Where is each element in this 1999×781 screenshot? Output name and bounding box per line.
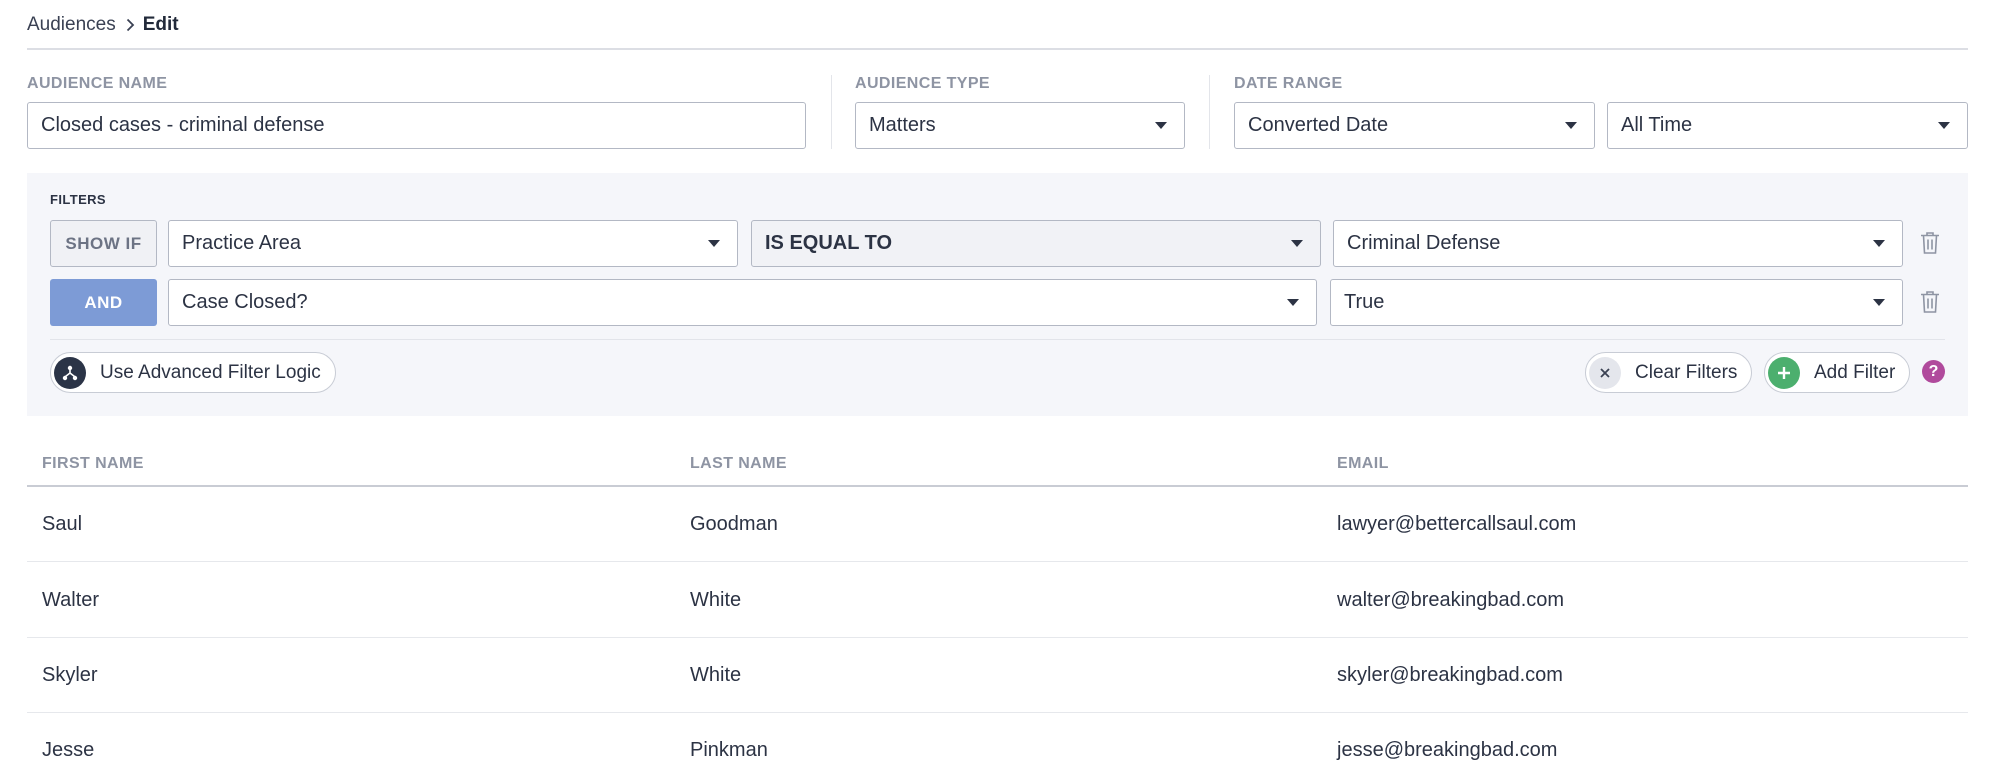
breadcrumb-current: Edit bbox=[142, 14, 179, 35]
date-field-value: Converted Date bbox=[1248, 114, 1389, 136]
column-header-last-name[interactable]: LAST NAME bbox=[690, 455, 787, 473]
caret-down-icon bbox=[1873, 240, 1885, 247]
table-row[interactable]: Walter White walter@breakingbad.com bbox=[27, 563, 1968, 638]
column-header-first-name[interactable]: FIRST NAME bbox=[42, 455, 144, 473]
filter-field-value-2: Case Closed? bbox=[182, 291, 308, 313]
field-divider bbox=[831, 75, 832, 149]
filters-title: FILTERS bbox=[50, 192, 106, 207]
plus-icon bbox=[1768, 356, 1800, 389]
column-header-email[interactable]: EMAIL bbox=[1337, 455, 1389, 473]
filter-field-select-2[interactable]: Case Closed? bbox=[168, 279, 1317, 326]
filter-field-value-1: Practice Area bbox=[182, 232, 301, 254]
email-cell: jesse@breakingbad.com bbox=[1337, 739, 1558, 761]
filter-operator-select-1[interactable]: IS EQUAL TO bbox=[751, 220, 1321, 267]
audience-type-label: AUDIENCE TYPE bbox=[855, 75, 990, 92]
breadcrumb-audiences-link[interactable]: Audiences bbox=[27, 14, 116, 36]
date-period-select[interactable]: All Time bbox=[1607, 102, 1968, 149]
last-name-cell: White bbox=[690, 664, 742, 686]
question-icon[interactable]: ? bbox=[1922, 360, 1945, 383]
advanced-filter-logic-button[interactable]: Use Advanced Filter Logic bbox=[50, 352, 336, 393]
date-range-label: DATE RANGE bbox=[1234, 75, 1343, 92]
table-row[interactable]: Saul Goodman lawyer@bettercallsaul.com bbox=[27, 487, 1968, 562]
advanced-filter-logic-label: Use Advanced Filter Logic bbox=[100, 361, 321, 383]
clear-filters-label: Clear Filters bbox=[1635, 361, 1738, 383]
audience-type-select[interactable]: Matters bbox=[855, 102, 1185, 149]
caret-down-icon bbox=[1291, 240, 1303, 247]
caret-down-icon bbox=[1287, 299, 1299, 306]
audience-name-input[interactable] bbox=[27, 102, 806, 149]
clear-filters-button[interactable]: Clear Filters bbox=[1585, 352, 1753, 393]
hierarchy-icon bbox=[54, 356, 86, 389]
table-row[interactable]: Jesse Pinkman jesse@breakingbad.com bbox=[27, 713, 1968, 781]
filter-value-select-2[interactable]: True bbox=[1330, 279, 1903, 326]
add-filter-button[interactable]: Add Filter bbox=[1764, 352, 1911, 393]
caret-down-icon bbox=[708, 240, 720, 247]
email-cell: lawyer@bettercallsaul.com bbox=[1337, 513, 1577, 535]
first-name-cell: Walter bbox=[42, 589, 100, 611]
breadcrumb: Audiences Edit bbox=[27, 12, 179, 38]
header-divider bbox=[27, 48, 1968, 50]
caret-down-icon bbox=[1938, 122, 1950, 129]
email-cell: skyler@breakingbad.com bbox=[1337, 664, 1563, 686]
chevron-right-icon bbox=[126, 18, 135, 32]
first-name-cell: Skyler bbox=[42, 664, 98, 686]
table-row[interactable]: Skyler White skyler@breakingbad.com bbox=[27, 638, 1968, 713]
filters-divider bbox=[50, 339, 1945, 340]
and-condition-button[interactable]: AND bbox=[50, 279, 157, 326]
caret-down-icon bbox=[1155, 122, 1167, 129]
last-name-cell: White bbox=[690, 589, 742, 611]
last-name-cell: Goodman bbox=[690, 513, 778, 535]
filter-value-value-1: Criminal Defense bbox=[1347, 232, 1501, 254]
caret-down-icon bbox=[1873, 299, 1885, 306]
add-filter-label: Add Filter bbox=[1814, 361, 1896, 383]
field-divider bbox=[1209, 75, 1210, 149]
first-name-cell: Saul bbox=[42, 513, 83, 535]
caret-down-icon bbox=[1565, 122, 1577, 129]
filter-value-select-1[interactable]: Criminal Defense bbox=[1333, 220, 1903, 267]
email-cell: walter@breakingbad.com bbox=[1337, 589, 1565, 611]
trash-icon[interactable] bbox=[1920, 231, 1940, 255]
audience-name-label: AUDIENCE NAME bbox=[27, 75, 168, 92]
filter-operator-value-1: IS EQUAL TO bbox=[765, 232, 893, 254]
close-icon bbox=[1589, 356, 1621, 389]
filter-value-value-2: True bbox=[1344, 291, 1385, 313]
date-field-select[interactable]: Converted Date bbox=[1234, 102, 1595, 149]
date-period-value: All Time bbox=[1621, 114, 1693, 136]
audience-type-value: Matters bbox=[869, 114, 936, 136]
last-name-cell: Pinkman bbox=[690, 739, 768, 761]
trash-icon[interactable] bbox=[1920, 290, 1940, 314]
first-name-cell: Jesse bbox=[42, 739, 95, 761]
filter-field-select-1[interactable]: Practice Area bbox=[168, 220, 738, 267]
show-if-condition-button[interactable]: SHOW IF bbox=[50, 220, 157, 267]
